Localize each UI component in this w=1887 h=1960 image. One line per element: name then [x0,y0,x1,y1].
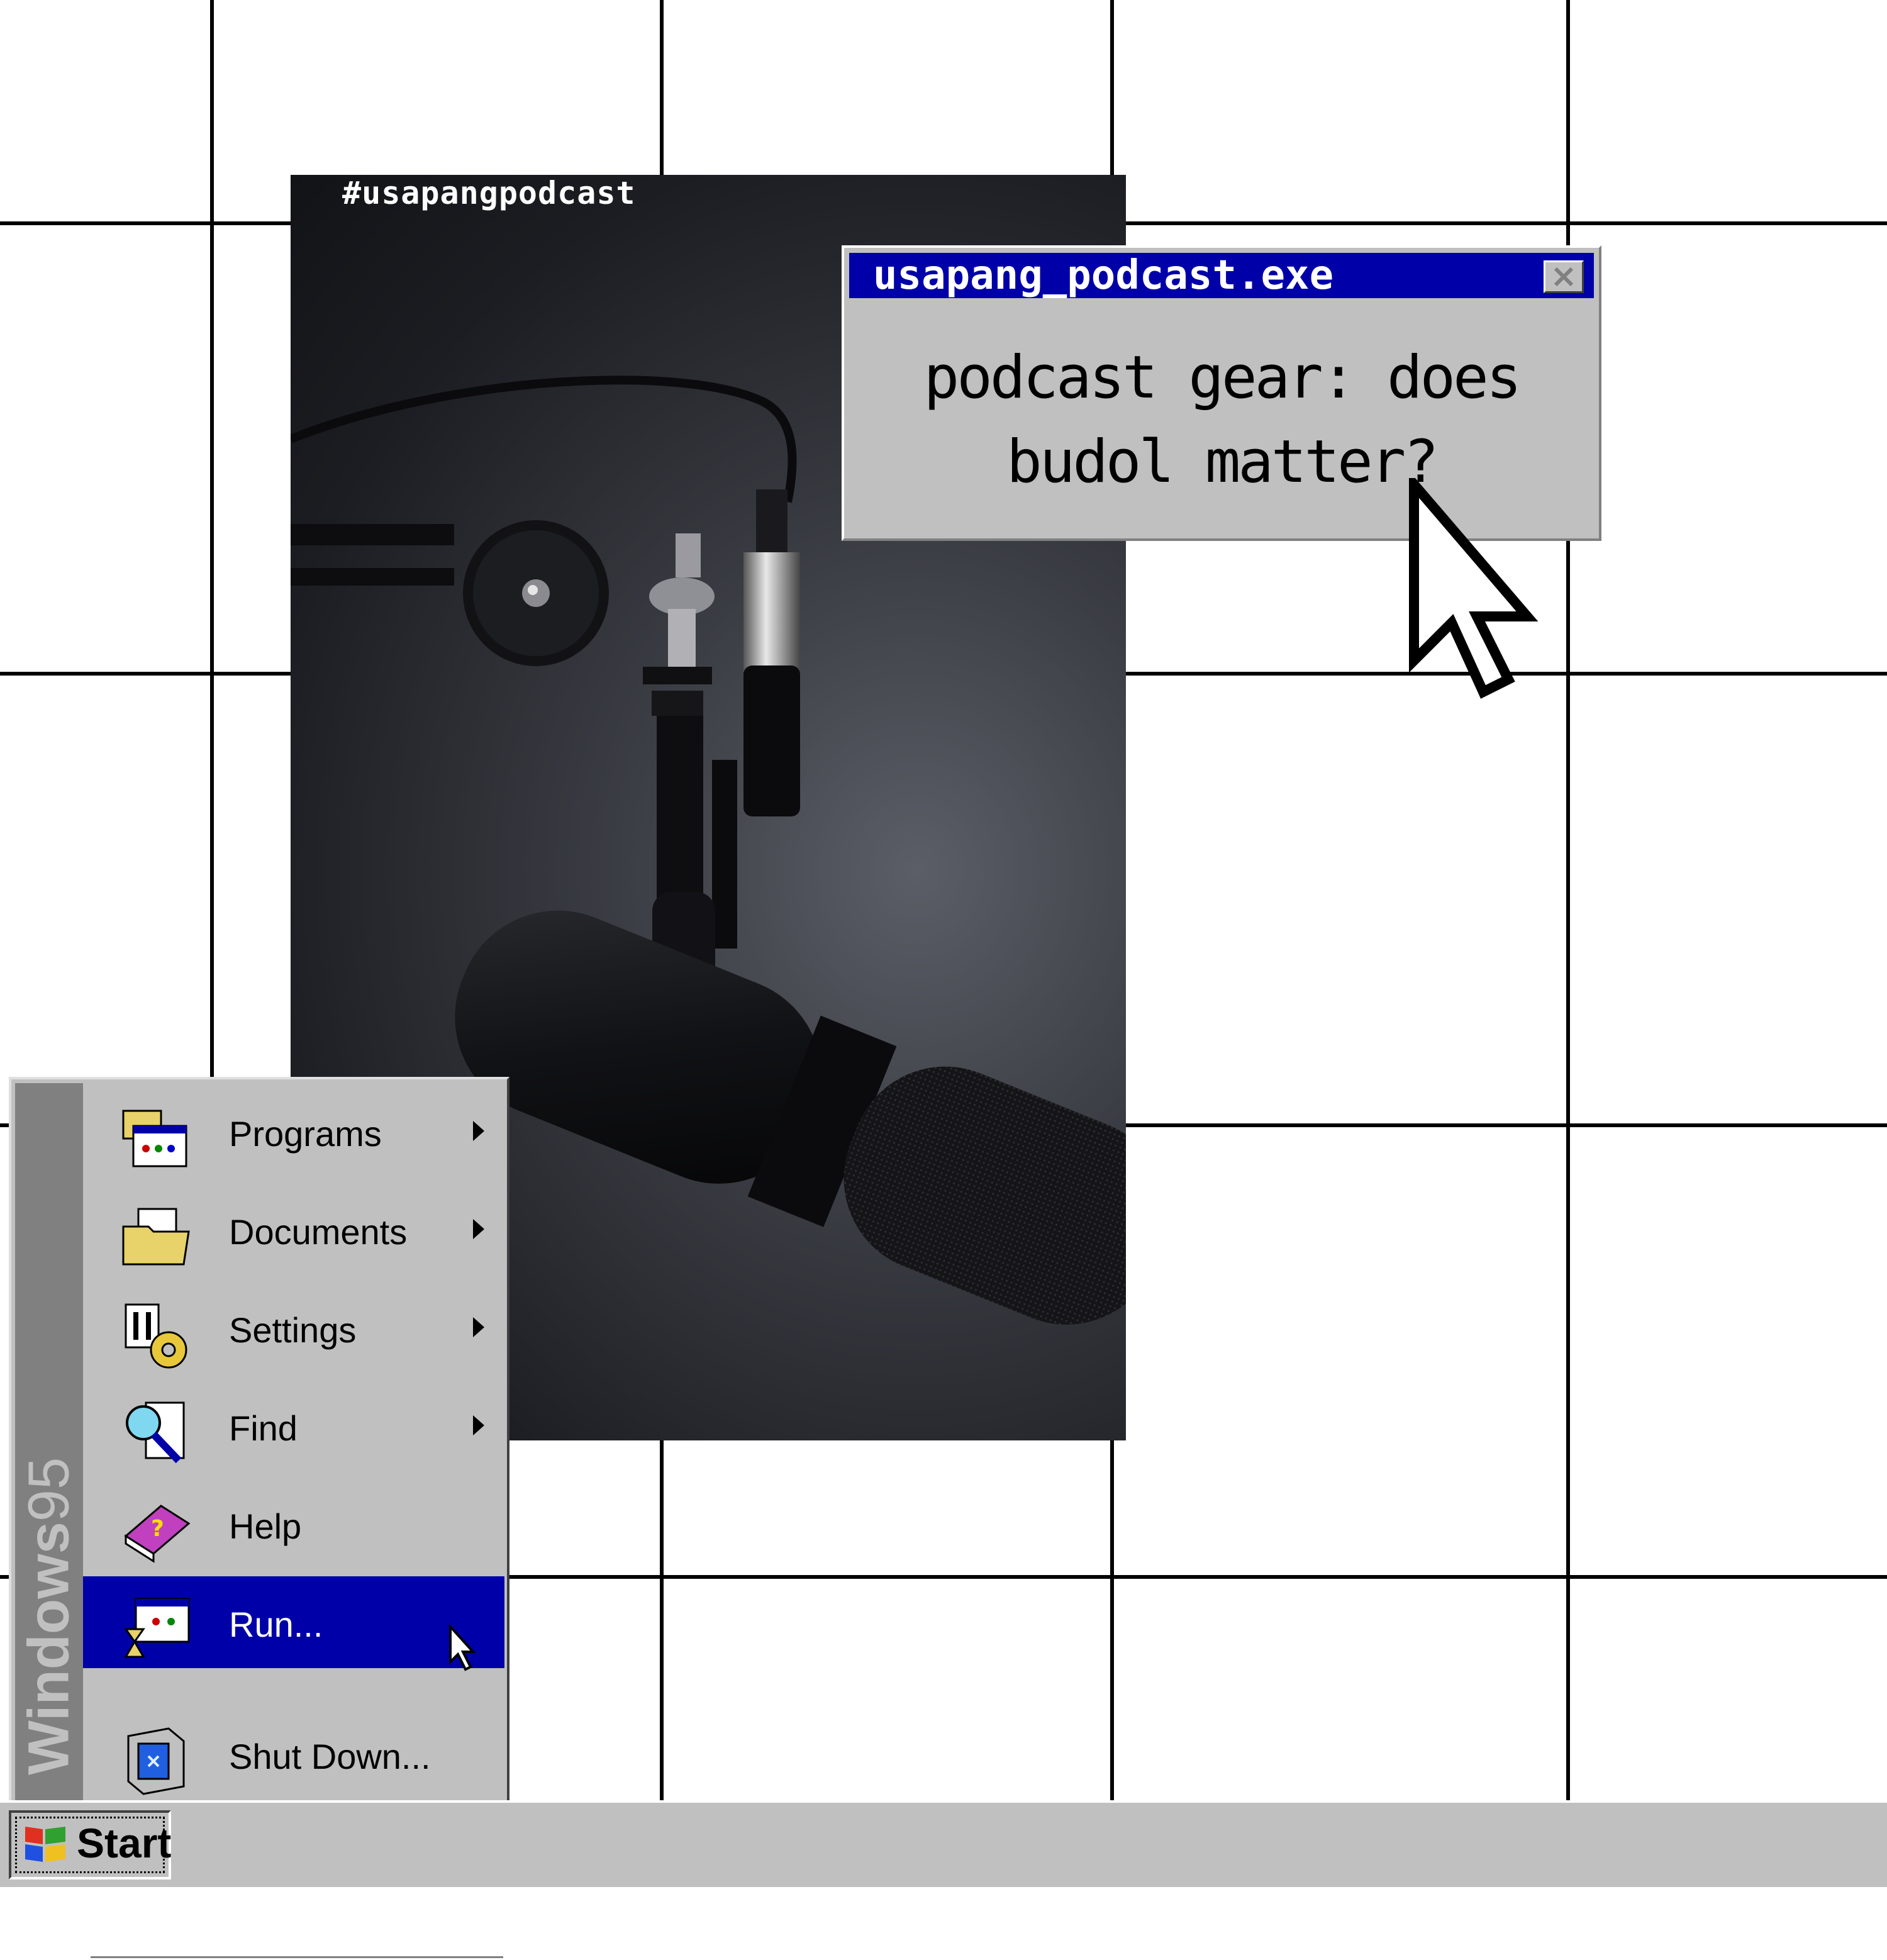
menu-item-find[interactable]: Find [83,1380,504,1472]
menu-item-programs[interactable]: Programs [83,1086,504,1178]
programs-icon [122,1110,187,1167]
submenu-arrow-icon [473,1317,484,1337]
mouse-pointer-icon [449,1624,476,1671]
start-button[interactable]: Start [9,1810,171,1879]
help-book-icon: ? [124,1505,191,1563]
find-magnifier-icon [126,1401,185,1464]
menu-item-run[interactable]: Run... [83,1576,504,1671]
submenu-arrow-icon [473,1219,484,1239]
menu-item-label: Documents [229,1212,408,1252]
windows-logo-icon [25,1827,65,1862]
start-button-label: Start [77,1820,172,1866]
menu-item-documents[interactable]: Documents [83,1184,504,1276]
menu-item-label: Programs [229,1114,382,1154]
mouse-pointer-icon [1409,478,1539,699]
start-menu-banner: Windows95 [15,1083,83,1800]
menu-item-label: Settings [229,1310,357,1350]
close-x-icon [1554,267,1574,287]
menu-item-settings[interactable]: Settings [83,1282,504,1374]
menu-item-label: Find [229,1408,298,1448]
menu-item-label: Help [229,1506,302,1546]
start-menu: Windows95 Programs Documents Settings Fi… [9,1077,509,1960]
submenu-arrow-icon [473,1121,484,1141]
svg-text:?: ? [151,1516,164,1542]
run-icon [124,1598,190,1658]
dialog-title: usapang_podcast.exe [873,252,1334,299]
windows-95-banner-text: Windows95 [16,1457,81,1775]
menu-item-label: Shut Down... [229,1737,431,1776]
taskbar: Start [0,1800,1887,1887]
submenu-arrow-icon [473,1415,484,1435]
dialog-message-line: podcast gear: does [923,343,1522,412]
hashtag-label: #usapangpodcast [342,175,636,211]
settings-icon [125,1303,187,1369]
menu-item-help[interactable]: ? Help [83,1478,504,1570]
menu-item-label: Run... [229,1605,323,1644]
documents-folder-icon [122,1208,190,1266]
menu-item-shut-down[interactable]: Shut Down... [83,1708,504,1800]
dialog-title-bar[interactable]: usapang_podcast.exe [849,253,1594,298]
close-button[interactable] [1544,260,1584,293]
menu-separator [91,1956,503,1960]
shutdown-computer-icon [127,1727,185,1795]
